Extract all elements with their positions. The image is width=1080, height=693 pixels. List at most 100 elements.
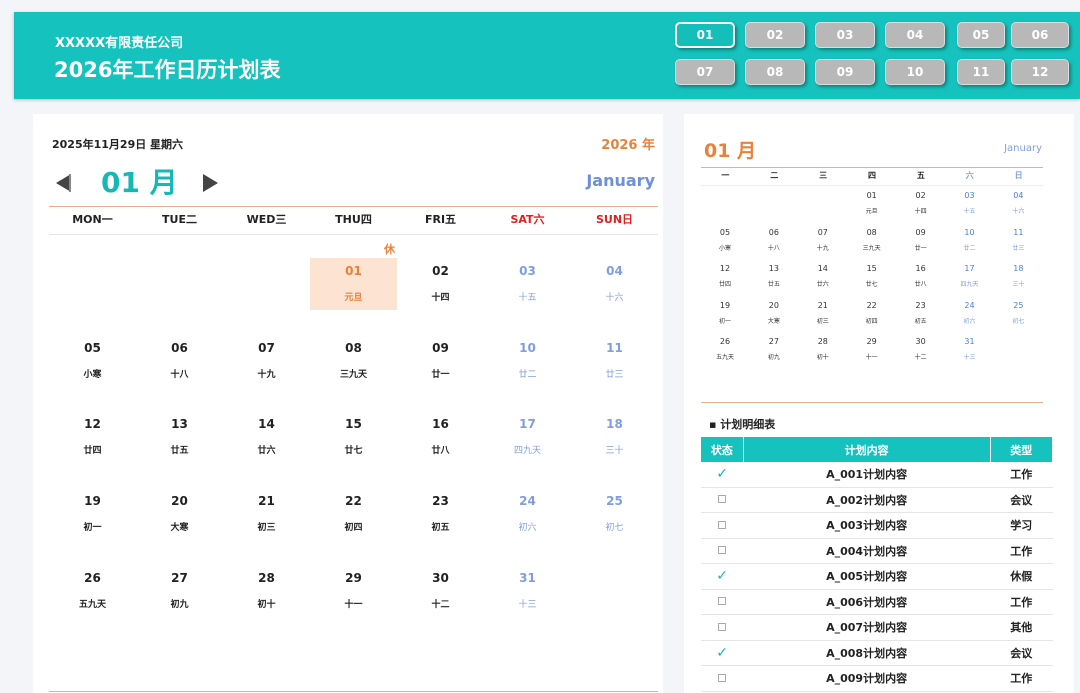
day-cell[interactable]: 07 十九 xyxy=(223,335,310,387)
checkbox-icon[interactable] xyxy=(718,622,727,631)
month-button-05[interactable]: 05 xyxy=(957,22,1005,48)
month-button-07[interactable]: 07 xyxy=(675,59,735,85)
day-cell[interactable]: 29 十一 xyxy=(310,565,397,617)
day-cell[interactable]: 20 大寒 xyxy=(136,488,223,540)
mini-day-cell[interactable]: 12 廿四 xyxy=(701,259,749,295)
mini-day-cell[interactable]: 09 廿一 xyxy=(897,223,945,259)
mini-day-cell[interactable]: 08 三九天 xyxy=(848,223,896,259)
mini-day-cell[interactable]: 14 廿六 xyxy=(799,259,847,295)
day-cell[interactable]: 26 五九天 xyxy=(49,565,136,617)
day-cell[interactable]: 08 三九天 xyxy=(310,335,397,387)
status-cell[interactable] xyxy=(701,589,744,615)
day-cell[interactable]: 15 廿七 xyxy=(310,411,397,463)
month-button-03[interactable]: 03 xyxy=(815,22,875,48)
mini-day-cell[interactable]: 28 初十 xyxy=(799,332,847,368)
day-cell[interactable]: 18 三十 xyxy=(571,411,658,463)
mini-day-cell[interactable]: 05 小寒 xyxy=(701,223,749,259)
day-cell[interactable]: 16 廿八 xyxy=(397,411,484,463)
status-cell[interactable] xyxy=(701,538,744,564)
mini-day-cell[interactable]: 19 初一 xyxy=(701,296,749,332)
mini-day-cell[interactable]: 11 廿三 xyxy=(994,223,1042,259)
month-button-12[interactable]: 12 xyxy=(1011,59,1069,85)
mini-day-cell[interactable]: 31 十三 xyxy=(946,332,994,368)
day-cell[interactable]: 05 小寒 xyxy=(49,335,136,387)
mini-day-cell[interactable]: 07 十九 xyxy=(799,223,847,259)
mini-day-cell[interactable]: 06 十八 xyxy=(750,223,798,259)
mini-day-cell[interactable]: 26 五九天 xyxy=(701,332,749,368)
lunar-label: 初六 xyxy=(518,523,537,534)
check-icon[interactable]: ✓ xyxy=(716,645,728,661)
day-cell[interactable]: 13 廿五 xyxy=(136,411,223,463)
mini-day-cell[interactable]: 23 初五 xyxy=(897,296,945,332)
mini-day-cell[interactable]: 04 十六 xyxy=(994,186,1042,222)
day-cell[interactable]: 31 十三 xyxy=(484,565,571,617)
status-cell[interactable] xyxy=(701,487,744,513)
day-cell[interactable]: 30 十二 xyxy=(397,565,484,617)
month-button-11[interactable]: 11 xyxy=(957,59,1005,85)
checkbox-icon[interactable] xyxy=(718,546,727,555)
status-cell[interactable]: ✓ xyxy=(701,640,744,666)
mini-day-cell[interactable]: 10 廿二 xyxy=(946,223,994,259)
status-cell[interactable]: ✓ xyxy=(701,563,744,590)
mini-day-cell[interactable]: 15 廿七 xyxy=(848,259,896,295)
day-cell[interactable]: 11 廿三 xyxy=(571,335,658,387)
day-cell[interactable]: 27 初九 xyxy=(136,565,223,617)
mini-day-cell[interactable]: 30 十二 xyxy=(897,332,945,368)
check-icon[interactable]: ✓ xyxy=(716,466,728,482)
checkbox-icon[interactable] xyxy=(718,495,727,504)
mini-day-number: 17 xyxy=(964,264,975,273)
day-cell[interactable]: 25 初七 xyxy=(571,488,658,540)
mini-day-cell[interactable]: 29 十一 xyxy=(848,332,896,368)
month-button-10[interactable]: 10 xyxy=(885,59,945,85)
day-cell[interactable]: 04 十六 xyxy=(571,258,658,310)
mini-lunar-label: 初三 xyxy=(816,317,829,325)
next-month-icon[interactable] xyxy=(203,174,218,192)
mini-day-cell[interactable]: 21 初三 xyxy=(799,296,847,332)
mini-day-cell[interactable]: 03 十五 xyxy=(946,186,994,222)
day-cell[interactable]: 10 廿二 xyxy=(484,335,571,387)
mini-day-cell[interactable]: 16 廿八 xyxy=(897,259,945,295)
mini-day-cell[interactable]: 24 初六 xyxy=(946,296,994,332)
month-button-04[interactable]: 04 xyxy=(885,22,945,48)
mini-day-cell[interactable]: 17 四九天 xyxy=(946,259,994,295)
month-button-08[interactable]: 08 xyxy=(745,59,805,85)
mini-day-cell[interactable]: 20 大寒 xyxy=(750,296,798,332)
weekday-header: MON一 TUE二 WED三 THU四 FRI五 SAT六 SUN日 xyxy=(49,206,658,235)
table-row: ✓ A_005计划内容 休假 xyxy=(701,563,1053,590)
day-cell[interactable]: 01 元旦 xyxy=(310,258,397,310)
month-button-02[interactable]: 02 xyxy=(745,22,805,48)
checkbox-icon[interactable] xyxy=(718,597,727,606)
plan-type: 工作 xyxy=(990,538,1053,564)
day-cell[interactable]: 06 十八 xyxy=(136,335,223,387)
day-cell[interactable]: 12 廿四 xyxy=(49,411,136,463)
day-cell[interactable]: 21 初三 xyxy=(223,488,310,540)
day-cell[interactable]: 02 十四 xyxy=(397,258,484,310)
status-cell[interactable]: ✓ xyxy=(701,462,744,488)
day-cell[interactable]: 19 初一 xyxy=(49,488,136,540)
mini-day-cell[interactable]: 18 三十 xyxy=(994,259,1042,295)
status-cell[interactable] xyxy=(701,512,744,539)
mini-day-cell[interactable]: 02 十四 xyxy=(897,186,945,222)
mini-day-cell[interactable]: 22 初四 xyxy=(848,296,896,332)
day-cell[interactable]: 14 廿六 xyxy=(223,411,310,463)
month-button-09[interactable]: 09 xyxy=(815,59,875,85)
month-button-01[interactable]: 01 xyxy=(675,22,735,48)
day-cell[interactable]: 24 初六 xyxy=(484,488,571,540)
day-cell[interactable]: 09 廿一 xyxy=(397,335,484,387)
prev-month-icon[interactable] xyxy=(56,174,71,192)
day-cell[interactable]: 17 四九天 xyxy=(484,411,571,463)
day-cell[interactable]: 03 十五 xyxy=(484,258,571,310)
mini-day-cell[interactable]: 13 廿五 xyxy=(750,259,798,295)
checkbox-icon[interactable] xyxy=(718,673,727,682)
day-cell[interactable]: 28 初十 xyxy=(223,565,310,617)
day-cell[interactable]: 22 初四 xyxy=(310,488,397,540)
mini-day-cell[interactable]: 27 初九 xyxy=(750,332,798,368)
mini-day-cell[interactable]: 25 初七 xyxy=(994,296,1042,332)
status-cell[interactable] xyxy=(701,665,744,692)
day-cell[interactable]: 23 初五 xyxy=(397,488,484,540)
checkbox-icon[interactable] xyxy=(718,520,727,529)
mini-day-cell[interactable]: 01 元旦 xyxy=(848,186,896,222)
month-button-06[interactable]: 06 xyxy=(1011,22,1069,48)
status-cell[interactable] xyxy=(701,614,744,641)
check-icon[interactable]: ✓ xyxy=(716,568,728,584)
